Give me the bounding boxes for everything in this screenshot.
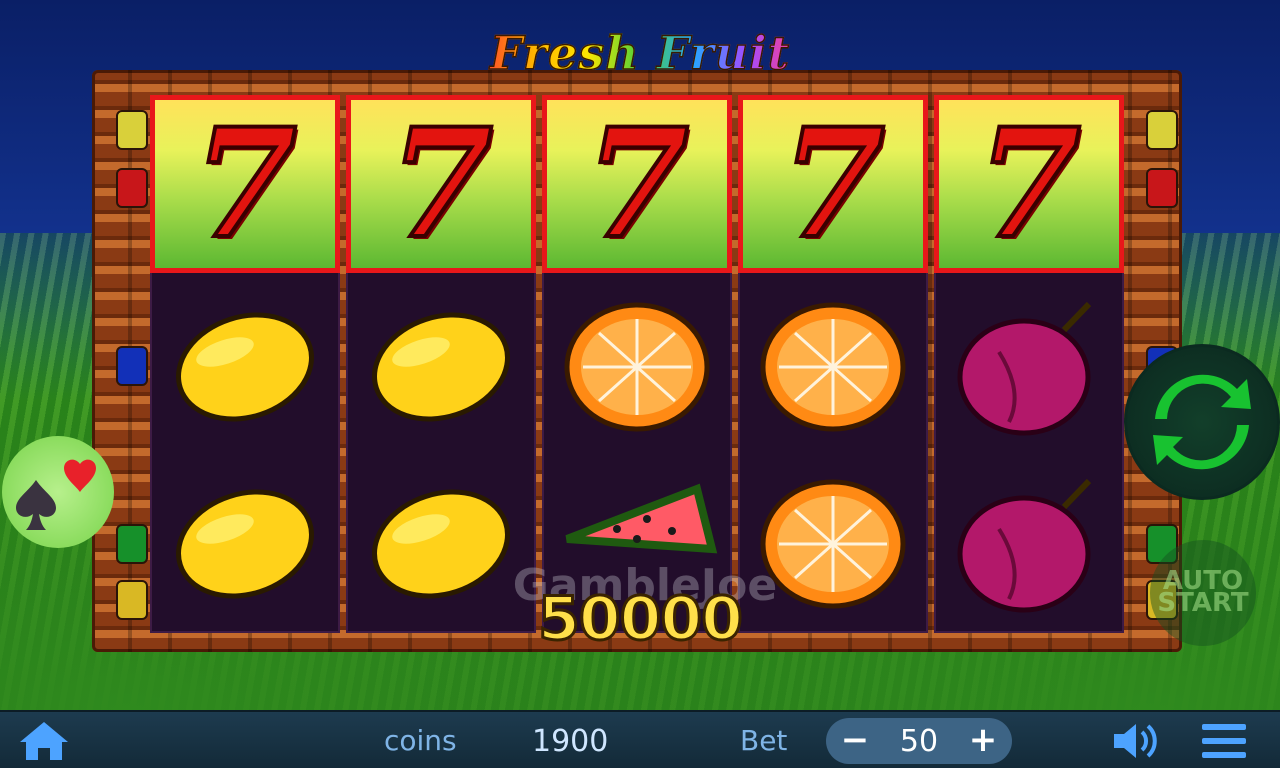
reel-2-row-1-seven: 7 [346, 95, 536, 273]
win-amount: 50000 [537, 583, 745, 656]
bet-decrease-button[interactable]: − [832, 718, 878, 764]
seven-symbol: 7 [779, 96, 887, 272]
payline-gem-right-1 [1146, 110, 1178, 150]
bet-label: Bet [740, 724, 788, 757]
refresh-spin-icon [1153, 374, 1251, 470]
bet-value: 50 [899, 724, 939, 759]
payline-gem-left-4 [116, 524, 148, 564]
reel-5-row-3-plum [934, 455, 1124, 633]
reel-2-row-2-lemon [346, 278, 536, 456]
orange-slice-symbol [760, 302, 906, 432]
plum-symbol [957, 301, 1092, 436]
orange-slice-symbol [564, 302, 710, 432]
payline-gem-left-5 [116, 580, 148, 620]
reel-1-row-1-seven: 7 [150, 95, 340, 273]
reel-5: 7 [934, 95, 1124, 633]
seven-symbol: 7 [583, 96, 691, 272]
reel-4-row-2-orange [738, 278, 928, 456]
gamble-button[interactable] [2, 436, 114, 548]
lemon-symbol [176, 489, 314, 599]
coins-label: coins [384, 724, 457, 757]
bet-stepper: − 50 + [826, 718, 1012, 764]
speaker-icon[interactable] [1110, 720, 1162, 762]
lemon-symbol [176, 312, 314, 422]
reel-3-row-1-seven: 7 [542, 95, 732, 273]
lemon-symbol [372, 312, 510, 422]
reel-3: 7 [542, 95, 732, 633]
payline-gem-right-2 [1146, 168, 1178, 208]
reel-3-row-2-orange [542, 278, 732, 456]
reel-5-row-1-seven: 7 [934, 95, 1124, 273]
hamburger-menu-icon[interactable] [1200, 720, 1248, 762]
reels-area: 77777 [150, 95, 1125, 633]
reel-1: 7 [150, 95, 340, 633]
spin-button[interactable] [1124, 344, 1280, 500]
bottom-bar: coins 1900 Bet − 50 + [0, 712, 1280, 768]
reel-1-row-2-lemon [150, 278, 340, 456]
reel-1-row-3-lemon [150, 455, 340, 633]
plum-symbol [957, 478, 1092, 613]
payline-gem-left-2 [116, 168, 148, 208]
autoplay-button[interactable]: AUTO START [1150, 540, 1256, 646]
reel-4: 7 [738, 95, 928, 633]
reel-4-row-1-seven: 7 [738, 95, 928, 273]
seven-symbol: 7 [387, 96, 495, 272]
seven-symbol: 7 [975, 96, 1083, 272]
card-suits-icon [16, 459, 96, 530]
bet-increase-button[interactable]: + [960, 718, 1006, 764]
coins-value: 1900 [532, 724, 609, 759]
home-icon[interactable] [18, 720, 70, 762]
seven-symbol: 7 [191, 96, 299, 272]
payline-gem-left-1 [116, 110, 148, 150]
reel-2: 7 [346, 95, 536, 633]
payline-gem-left-3 [116, 346, 148, 386]
autoplay-label: AUTO START [1157, 566, 1249, 618]
reel-5-row-2-plum [934, 278, 1124, 456]
